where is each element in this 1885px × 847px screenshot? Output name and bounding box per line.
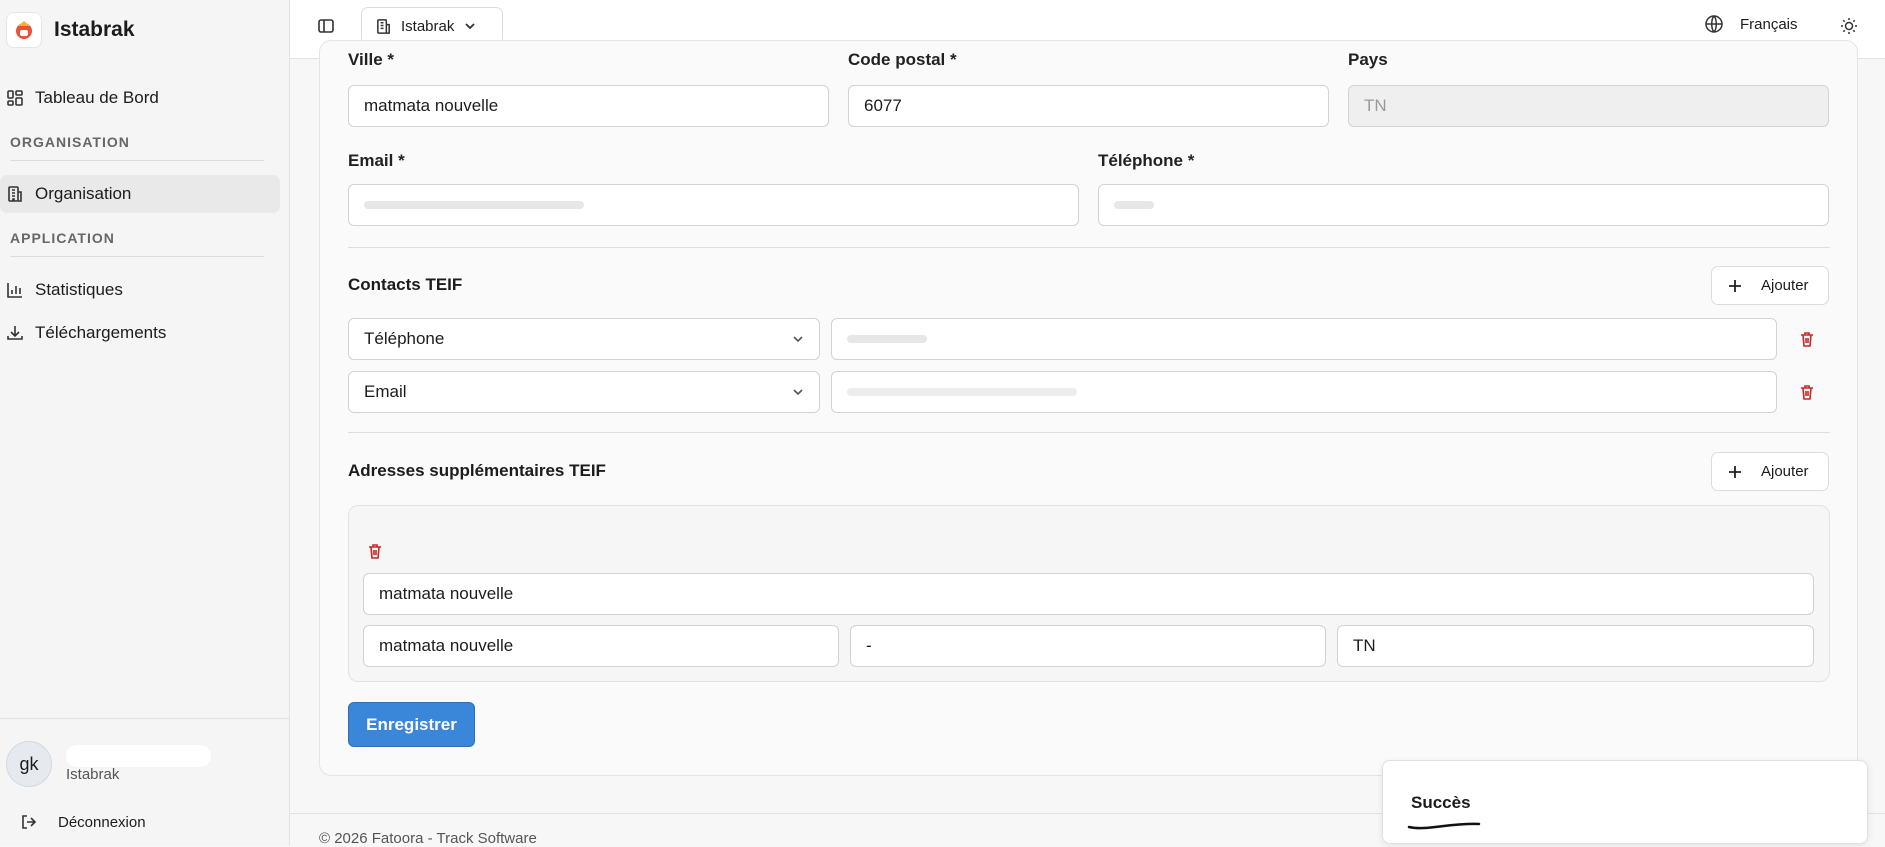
add-contact-button[interactable]: Ajouter [1711, 266, 1829, 305]
globe-icon [1704, 14, 1724, 34]
city-value: matmata nouvelle [364, 96, 498, 116]
address-postal-value: - [866, 636, 872, 656]
contact-type-select[interactable]: Téléphone [348, 318, 820, 360]
brand-name: Istabrak [54, 18, 135, 42]
address-street-input[interactable]: matmata nouvelle [363, 573, 1814, 615]
addresses-section-title: Adresses supplémentaires TEIF [348, 461, 606, 481]
avatar-initials: gk [19, 754, 38, 775]
add-address-label: Ajouter [1761, 463, 1809, 480]
postal-code-value: 6077 [864, 96, 902, 116]
divider [10, 256, 264, 257]
language-label: Français [1740, 16, 1798, 33]
brand[interactable]: Istabrak [6, 12, 135, 48]
address-country-input[interactable]: TN [1337, 625, 1814, 667]
language-select[interactable]: Français [1704, 14, 1798, 34]
add-address-button[interactable]: Ajouter [1711, 452, 1829, 491]
delete-contact-button[interactable] [1795, 380, 1819, 404]
country-input: TN [1348, 85, 1829, 127]
sun-icon [1839, 16, 1859, 36]
brand-logo [6, 12, 42, 48]
organisation-select-value: Istabrak [401, 18, 454, 35]
section-organisation: ORGANISATION [10, 134, 130, 150]
contact-type-select[interactable]: Email [348, 371, 820, 413]
address-country-value: TN [1353, 636, 1376, 656]
bar-chart-icon [6, 281, 24, 299]
nav-downloads-label: Téléchargements [35, 323, 166, 343]
dashboard-icon [6, 89, 24, 107]
sidebar: Istabrak Tableau de Bord ORGANISATION Or… [0, 0, 290, 846]
nav-statistics-label: Statistiques [35, 280, 123, 300]
redacted-value [847, 388, 1077, 396]
plus-icon [1727, 464, 1743, 480]
redacted-value [364, 201, 584, 209]
city-label: Ville * [348, 50, 394, 70]
country-label: Pays [1348, 50, 1388, 70]
contact-value-input[interactable] [831, 371, 1777, 413]
email-input[interactable] [348, 184, 1079, 226]
nav-organisation[interactable]: Organisation [0, 175, 280, 213]
contact-type-value: Téléphone [364, 329, 444, 349]
divider [348, 247, 1830, 248]
divider [10, 160, 264, 161]
building-icon [6, 185, 24, 203]
email-label: Email * [348, 151, 405, 171]
address-street-value: matmata nouvelle [379, 584, 513, 604]
user-org: Istabrak [66, 766, 119, 783]
chevron-down-icon [463, 19, 477, 33]
chevron-down-icon [791, 385, 805, 399]
contact-type-value: Email [364, 382, 407, 402]
postal-code-input[interactable]: 6077 [848, 85, 1329, 127]
trash-icon [366, 542, 384, 560]
sidebar-toggle-button[interactable] [314, 14, 338, 38]
phone-label: Téléphone * [1098, 151, 1194, 171]
toast-title: Succès [1411, 793, 1471, 813]
contact-value-input[interactable] [831, 318, 1777, 360]
nav-statistics[interactable]: Statistiques [0, 271, 280, 309]
avatar[interactable]: gk [6, 741, 52, 787]
delete-contact-button[interactable] [1795, 327, 1819, 351]
postal-code-label: Code postal * [848, 50, 957, 70]
success-toast[interactable]: Succès [1382, 760, 1868, 844]
sidebar-toggle-icon [317, 17, 335, 35]
logout-icon [20, 813, 38, 831]
trash-icon [1798, 383, 1816, 401]
city-input[interactable]: matmata nouvelle [348, 85, 829, 127]
save-button[interactable]: Enregistrer [348, 702, 475, 747]
section-application: APPLICATION [10, 230, 115, 246]
toast-underline [1407, 819, 1483, 831]
plus-icon [1727, 278, 1743, 294]
redacted-value [847, 335, 927, 343]
download-icon [6, 324, 24, 342]
add-contact-label: Ajouter [1761, 277, 1809, 294]
phone-input[interactable] [1098, 184, 1829, 226]
country-value: TN [1364, 96, 1387, 116]
nav-dashboard-label: Tableau de Bord [35, 88, 159, 108]
logout-button[interactable]: Déconnexion [20, 813, 146, 831]
building-icon [375, 18, 392, 35]
redacted-value [1114, 201, 1154, 209]
nav-organisation-label: Organisation [35, 184, 131, 204]
divider [0, 718, 290, 719]
theme-toggle-button[interactable] [1837, 14, 1861, 38]
address-postal-input[interactable]: - [850, 625, 1326, 667]
chevron-down-icon [791, 332, 805, 346]
address-city-value: matmata nouvelle [379, 636, 513, 656]
divider [348, 432, 1830, 433]
nav-downloads[interactable]: Téléchargements [0, 314, 280, 352]
contacts-section-title: Contacts TEIF [348, 275, 462, 295]
logout-label: Déconnexion [58, 814, 146, 831]
trash-icon [1798, 330, 1816, 348]
delete-address-button[interactable] [363, 539, 387, 563]
user-name-redacted [66, 745, 211, 767]
nav-dashboard[interactable]: Tableau de Bord [0, 79, 280, 117]
address-city-input[interactable]: matmata nouvelle [363, 625, 839, 667]
footer-copyright: © 2026 Fatoora - Track Software [319, 830, 537, 847]
